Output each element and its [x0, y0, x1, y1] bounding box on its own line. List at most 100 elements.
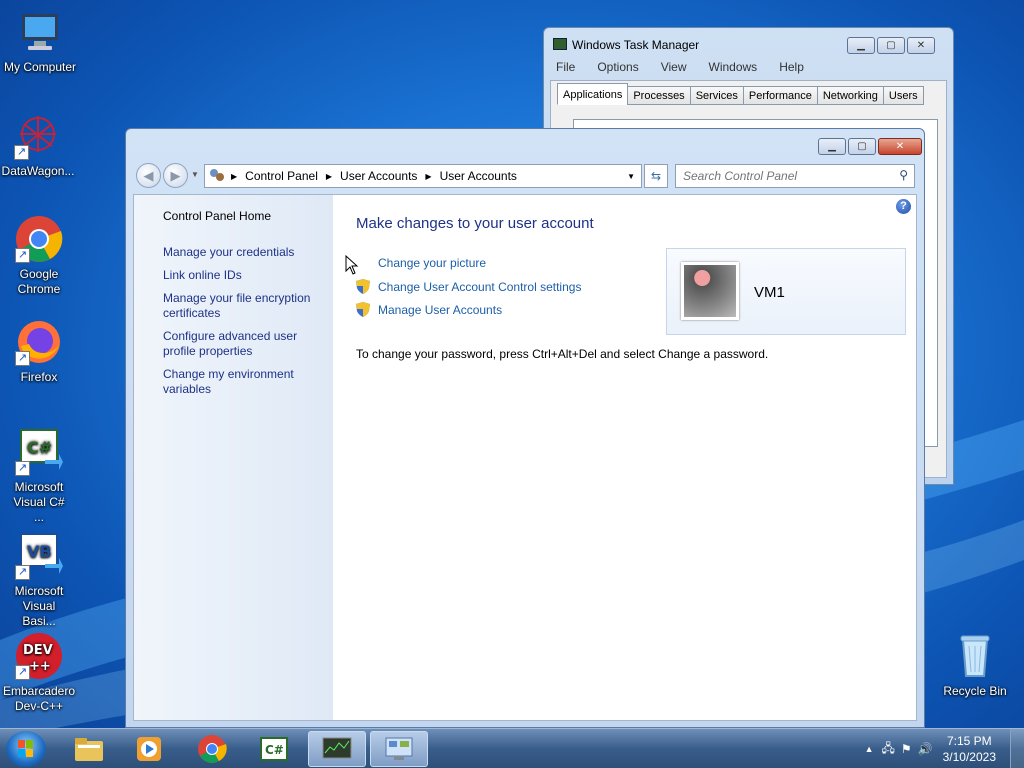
desktop-icon-label: DataWagon...	[1, 164, 75, 178]
forward-button[interactable]: ▶	[163, 163, 188, 188]
sidebar-advanced-profile-properties[interactable]: Configure advanced user profile properti…	[163, 329, 328, 359]
shortcut-arrow-icon: ↗	[15, 248, 30, 263]
sidebar-environment-variables[interactable]: Change my environment variables	[163, 367, 328, 397]
recent-pages-dropdown-icon[interactable]: ▼	[191, 170, 199, 179]
desktop-icon-datawagon[interactable]: ↗ DataWagon...	[0, 112, 78, 179]
uac-settings-link[interactable]: Change User Account Control settings	[356, 279, 581, 294]
taskbar-media-player[interactable]	[120, 731, 178, 767]
tab-applications[interactable]: Applications	[557, 83, 629, 105]
uac-settings-label: Change User Account Control settings	[378, 280, 582, 294]
task-manager-menubar: File Options View Windows Help	[552, 60, 808, 74]
start-button[interactable]	[6, 731, 46, 767]
refresh-button[interactable]: ⇆	[644, 164, 668, 188]
desktop-icon-dev-cpp[interactable]: DEV ++ ↗ Embarcadero Dev-C++	[0, 632, 79, 714]
sidebar-manage-credentials[interactable]: Manage your credentials	[163, 245, 328, 260]
password-instructions: To change your password, press Ctrl+Alt+…	[356, 347, 769, 361]
breadcrumb-user-accounts-current[interactable]: User Accounts	[440, 169, 517, 183]
menu-options[interactable]: Options	[593, 60, 642, 74]
address-bar[interactable]: ▶ Control Panel ▶ User Accounts ▶ User A…	[204, 164, 642, 188]
maximize-button[interactable]: ▢	[848, 138, 876, 155]
refresh-icon: ⇆	[650, 169, 662, 183]
visual-csharp-icon: C# ↗	[15, 428, 63, 476]
folder-icon	[75, 738, 103, 761]
change-picture-label: Change your picture	[378, 256, 487, 270]
close-button[interactable]: ✕	[907, 37, 935, 54]
breadcrumb-user-accounts[interactable]: User Accounts	[340, 169, 417, 183]
task-manager-window-controls: ▁ ▢ ✕	[847, 37, 935, 54]
shortcut-arrow-icon: ↗	[15, 565, 30, 580]
network-icon[interactable]: 🖧	[882, 739, 895, 760]
close-button[interactable]: ✕	[878, 138, 922, 155]
back-button[interactable]: ◀	[136, 163, 161, 188]
show-hidden-icons-icon[interactable]: ▲	[865, 744, 874, 754]
taskbar-explorer[interactable]	[60, 731, 118, 767]
menu-view[interactable]: View	[657, 60, 691, 74]
sidebar-file-encryption-certificates[interactable]: Manage your file encryption certificates	[163, 291, 328, 321]
windows-logo-icon	[18, 740, 33, 757]
taskbar-visual-csharp[interactable]: C#	[245, 731, 303, 767]
manage-user-accounts-label: Manage User Accounts	[378, 303, 503, 317]
tab-users[interactable]: Users	[882, 86, 924, 105]
content-area: Control Panel Home Manage your credentia…	[133, 194, 917, 721]
desktop-icon-label: Microsoft Visual C# ...	[13, 480, 65, 524]
action-center-flag-icon[interactable]: ⚑	[901, 742, 912, 756]
desktop-icon-visual-basic[interactable]: VB ↗ Microsoft Visual Basi...	[0, 532, 79, 629]
shortcut-arrow-icon: ↗	[15, 665, 30, 680]
maximize-button[interactable]: ▢	[877, 37, 905, 54]
shortcut-arrow-icon: ↗	[15, 351, 30, 366]
manage-user-accounts-link[interactable]: Manage User Accounts	[356, 302, 502, 317]
breadcrumb-control-panel[interactable]: Control Panel	[245, 169, 318, 183]
tab-processes[interactable]: Processes	[627, 86, 691, 105]
desktop-icon-recycle-bin[interactable]: Recycle Bin	[935, 632, 1015, 699]
mouse-cursor-icon	[345, 255, 359, 275]
breadcrumb-separator-icon[interactable]: ▶	[231, 172, 237, 181]
shield-icon	[356, 279, 370, 294]
search-icon[interactable]: ⚲	[899, 168, 908, 182]
breadcrumb-separator-icon[interactable]: ▶	[425, 172, 431, 181]
help-button[interactable]: ?	[896, 199, 911, 214]
volume-icon[interactable]: 🔊	[918, 742, 933, 756]
tab-performance[interactable]: Performance	[742, 86, 818, 105]
recycle-bin-icon	[951, 632, 999, 680]
desktop-icon-my-computer[interactable]: My Computer	[0, 8, 80, 75]
desktop-icon-visual-csharp[interactable]: C# ↗ Microsoft Visual C# ...	[0, 428, 79, 525]
shield-icon	[356, 302, 370, 317]
breadcrumb-separator-icon[interactable]: ▶	[326, 172, 332, 181]
taskbar-chrome[interactable]	[183, 731, 241, 767]
avatar[interactable]	[681, 262, 739, 320]
clock[interactable]: 7:15 PM 3/10/2023	[943, 733, 996, 765]
tab-services[interactable]: Services	[689, 86, 744, 105]
svg-text:++: ++	[29, 659, 51, 674]
system-tray: ▲ 🖧 ⚑ 🔊 7:15 PM 3/10/2023	[865, 729, 1024, 768]
control-panel-window[interactable]: ▁ ▢ ✕ ◀ ▶ ▼ ▶ Control Panel ▶ User Accou…	[125, 128, 925, 728]
clock-date: 3/10/2023	[942, 750, 996, 764]
taskbar: C# ▲ 🖧 ⚑ 🔊 7:15 PM 3/10/2023	[0, 728, 1024, 768]
taskbar-control-panel[interactable]	[370, 731, 428, 767]
menu-file[interactable]: File	[552, 60, 579, 74]
desktop-icon-firefox[interactable]: ↗ Firefox	[0, 318, 79, 385]
chrome-icon: ↗	[15, 215, 63, 263]
control-panel-window-controls: ▁ ▢ ✕	[818, 138, 922, 155]
sidebar-control-panel-home[interactable]: Control Panel Home	[163, 209, 328, 224]
menu-help[interactable]: Help	[775, 60, 808, 74]
menu-windows[interactable]: Windows	[705, 60, 762, 74]
show-desktop-button[interactable]	[1010, 729, 1024, 768]
control-panel-icon	[385, 737, 413, 760]
search-input[interactable]	[676, 165, 886, 187]
account-name: VM1	[754, 284, 785, 301]
change-picture-link[interactable]: Change your picture	[378, 256, 486, 270]
desktop-icon-google-chrome[interactable]: ↗ Google Chrome	[0, 215, 79, 297]
address-dropdown-icon[interactable]: ▼	[627, 172, 635, 181]
sidebar-link-online-ids[interactable]: Link online IDs	[163, 268, 328, 283]
account-tile: VM1	[666, 248, 906, 335]
page-title: Make changes to your user account	[356, 215, 594, 232]
svg-text:DEV: DEV	[23, 643, 53, 658]
minimize-button[interactable]: ▁	[818, 138, 846, 155]
tab-networking[interactable]: Networking	[816, 86, 884, 105]
taskbar-task-manager[interactable]	[308, 731, 366, 767]
desktop-icon-label: Microsoft Visual Basi...	[14, 584, 64, 628]
task-manager-icon	[553, 38, 567, 50]
svg-text:VB: VB	[27, 542, 52, 561]
task-manager-icon	[322, 737, 352, 759]
minimize-button[interactable]: ▁	[847, 37, 875, 54]
